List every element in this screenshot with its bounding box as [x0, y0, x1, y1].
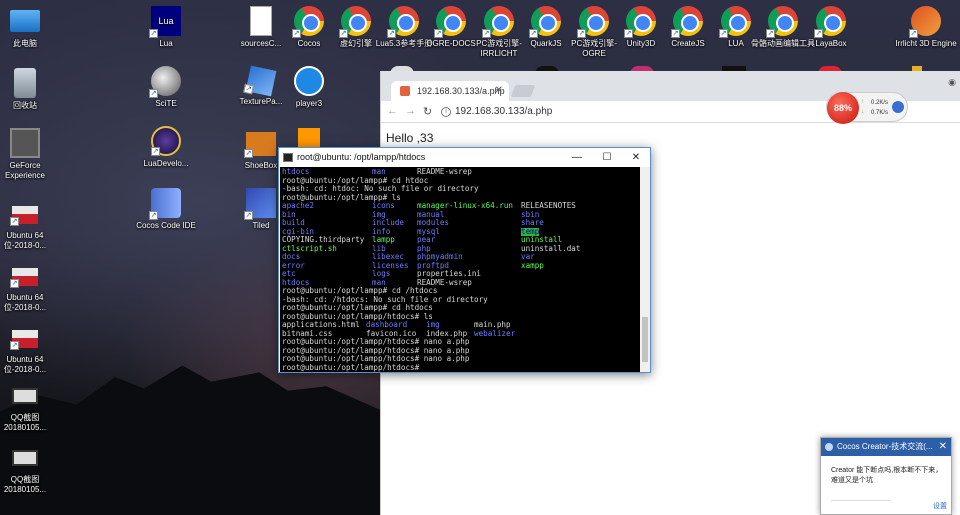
info-icon[interactable]: i	[441, 107, 451, 117]
terminal-scrollbar[interactable]	[640, 167, 650, 372]
terminal-title: root@ubuntu: /opt/lampp/htdocs	[297, 152, 426, 162]
terminal-icon	[283, 153, 293, 162]
reload-icon[interactable]: ↻	[423, 105, 432, 118]
recycle-bin-icon	[14, 68, 36, 98]
tiled-icon: ↗	[244, 188, 276, 220]
chrome-icon: ↗	[292, 6, 324, 38]
desktop-icon-ubuntu-1[interactable]: ↗ Ubuntu 64 位-2018-0...	[0, 198, 58, 251]
desktop-icon-irrlicht-engine[interactable]: ↗ Irrlicht 3D Engine	[893, 6, 959, 49]
minimize-button[interactable]: —	[562, 148, 592, 167]
terminal-text: webalizer	[474, 328, 516, 338]
chrome-icon: ↗	[671, 6, 703, 38]
chrome-icon: ↗	[719, 6, 751, 38]
chrome-icon: ↗	[434, 6, 466, 38]
chrome-icon: ↗	[624, 6, 656, 38]
divider	[831, 500, 891, 501]
settings-link[interactable]: 设置	[933, 501, 947, 511]
terminal-titlebar[interactable]: root@ubuntu: /opt/lampp/htdocs — ☐ ✕	[279, 148, 650, 167]
desktop-icon-qq-screenshot-1[interactable]: QQ截图 20180105...	[0, 380, 58, 433]
terminal-text: xampp	[521, 260, 544, 270]
upload-rate: 0.2K/s	[871, 100, 889, 106]
forward-arrow-icon[interactable]: →	[405, 105, 416, 117]
download-rate: 0.7K/s	[871, 110, 889, 116]
desktop-icon-ubuntu-2[interactable]: ↗ Ubuntu 64 位-2018-0...	[0, 260, 58, 313]
chrome-icon: ↗	[529, 6, 561, 38]
cocos-code-ide-icon: ↗	[149, 188, 181, 220]
screenshot-icon	[12, 450, 38, 466]
page-text: Hello ,33	[386, 131, 434, 145]
terminal-text: pear	[417, 235, 436, 244]
desktop-icon-ubuntu-3[interactable]: ↗ Ubuntu 64 位-2018-0...	[0, 322, 58, 375]
geforce-icon	[10, 128, 40, 158]
chrome-icon: ↗	[482, 6, 514, 38]
chrome-icon: ↗	[339, 6, 371, 38]
desktop-icon-luadevelop[interactable]: ↗ LuaDevelo...	[133, 126, 199, 169]
download-arrow-icon: ↓	[861, 109, 864, 115]
luadevelop-icon: ↗	[151, 126, 181, 156]
url-text: 192.168.30.133/a.php	[455, 106, 553, 117]
memory-usage-ball[interactable]: 88%	[827, 92, 859, 124]
desktop-icon-qq-screenshot-2[interactable]: QQ截图 20180105...	[0, 442, 58, 495]
user-profile-icon[interactable]: ◉	[948, 77, 956, 88]
computer-icon	[10, 10, 40, 32]
back-arrow-icon[interactable]: ←	[387, 105, 398, 117]
terminal-window[interactable]: root@ubuntu: /opt/lampp/htdocs — ☐ ✕ htd…	[278, 147, 651, 373]
notification-message: Creator 能下断点吗,根本断不下来，难道又是个坑	[831, 467, 943, 484]
chat-notification[interactable]: Cocos Creator-技术交流(... ✕ Creator 能下断点吗,根…	[820, 437, 952, 515]
chrome-icon: ↗	[577, 6, 609, 38]
notification-title: Cocos Creator-技术交流(...	[837, 442, 933, 451]
notification-header: Cocos Creator-技术交流(... ✕	[821, 438, 951, 456]
close-icon[interactable]: ✕	[939, 438, 947, 456]
terminal-line: bin img manual sbin	[282, 210, 639, 220]
desktop-icon-cocos-code-ide[interactable]: ↗ Cocos Code IDE	[133, 188, 199, 231]
desktop-icon-player3[interactable]: player3	[276, 66, 342, 109]
terminal-line: build include modules share	[282, 218, 639, 228]
terminal-line: docs libexec phpmyadmin var	[282, 252, 639, 262]
chrome-icon: ↗	[814, 6, 846, 38]
tab-title: 192.168.30.133/a.php	[417, 86, 505, 96]
network-rates: 0.2K/s 0.7K/s	[871, 98, 888, 118]
player3-icon	[294, 66, 324, 96]
network-meter-widget[interactable]: 88% ↑ ↓ 0.2K/s 0.7K/s	[826, 92, 908, 124]
new-tab-button[interactable]	[510, 85, 536, 97]
texturepacker-icon: ↗	[243, 65, 277, 97]
irrlicht-icon: ↗	[909, 6, 941, 38]
desktop-icon-recycle-bin[interactable]: 回收站	[0, 68, 58, 111]
terminal-text: root@ubuntu:/opt/lampp/htdocs#	[282, 362, 424, 372]
scrollbar-thumb[interactable]	[642, 317, 648, 362]
close-tab-icon[interactable]: ✕	[495, 85, 503, 96]
maximize-button[interactable]: ☐	[592, 148, 622, 167]
desktop-icon-lua[interactable]: Lua ↗ Lua	[133, 6, 199, 49]
ubuntu-vm-icon: ↗	[10, 206, 38, 226]
ubuntu-vm-icon: ↗	[10, 330, 38, 350]
ubuntu-vm-icon: ↗	[10, 268, 38, 288]
desktop-icon-layabox[interactable]: ↗ LayaBox	[798, 6, 864, 49]
chrome-icon: ↗	[766, 6, 798, 38]
desktop-icon-this-pc[interactable]: 此电脑	[0, 6, 58, 49]
terminal-line: root@ubuntu:/opt/lampp/htdocs#	[282, 362, 639, 373]
qq-group-icon	[825, 443, 833, 451]
screenshot-icon	[12, 388, 38, 404]
browser-tab[interactable]: 192.168.30.133/a.php ✕	[391, 81, 509, 101]
lua-icon: Lua ↗	[149, 6, 181, 38]
shoebox-icon: ↗	[244, 132, 276, 158]
terminal-line: apache2 icons manager-linux-x64.run RELEASE…	[282, 201, 639, 211]
upload-arrow-icon: ↑	[861, 99, 864, 105]
rocket-icon[interactable]	[892, 101, 904, 113]
scite-icon: ↗	[149, 66, 181, 98]
desktop-icon-scite[interactable]: ↗ SciTE	[133, 66, 199, 109]
terminal-output[interactable]: htdocs man README-wsrep root@ubuntu:/opt/la…	[280, 167, 641, 372]
chrome-icon: ↗	[387, 6, 419, 38]
close-button[interactable]: ✕	[621, 148, 651, 167]
desktop-icon-geforce[interactable]: GeForce Experience	[0, 128, 58, 181]
favicon-icon	[400, 86, 410, 96]
file-icon	[250, 6, 272, 36]
